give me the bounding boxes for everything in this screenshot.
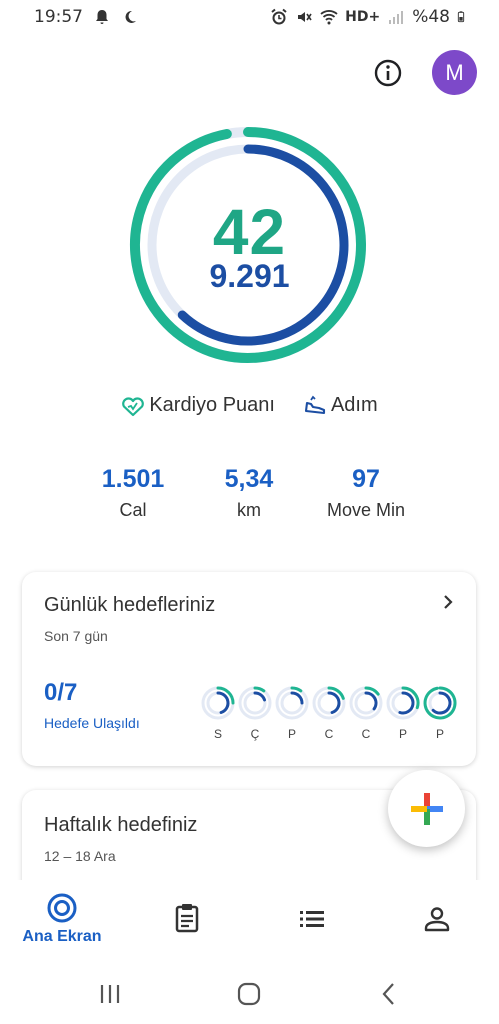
- system-navigation-bar: [0, 962, 499, 1024]
- weekday-ring-graphic: [275, 686, 309, 720]
- signal-icon: [389, 11, 404, 24]
- weekday-label: Ç: [250, 727, 260, 741]
- alarm-icon: [271, 8, 287, 25]
- legend-steps[interactable]: Adım: [303, 394, 378, 417]
- weekday-ring[interactable]: P: [422, 685, 458, 745]
- status-time: 19:57: [34, 7, 83, 27]
- weekday-ring[interactable]: P: [274, 685, 310, 745]
- steps-value: 9.291: [209, 258, 290, 294]
- stat-move-min-value: 97: [352, 465, 380, 493]
- weekday-steps-arc: [431, 691, 452, 715]
- weekday-steps-arc: [290, 691, 304, 705]
- weekday-rings: SÇPCCPP: [200, 685, 462, 745]
- plus-icon: [410, 792, 443, 825]
- recent-apps-icon[interactable]: [96, 980, 124, 1008]
- weekday-steps-arc: [398, 691, 415, 715]
- shoe-icon: [304, 395, 326, 414]
- info-icon[interactable]: [372, 57, 404, 89]
- goals-achieved-count: 0/7: [44, 679, 78, 706]
- legend-cardio[interactable]: Kardiyo Puanı: [121, 394, 275, 417]
- weekday-ring[interactable]: C: [348, 685, 384, 745]
- moon-icon: [125, 10, 136, 23]
- stat-move-min-label: Move Min: [326, 500, 406, 520]
- cardio-points-value: 42: [212, 196, 287, 268]
- weekday-ring[interactable]: C: [311, 685, 347, 745]
- nav-profile[interactable]: [392, 892, 482, 952]
- network-type: HD+: [345, 9, 381, 25]
- legend-cardio-label: Kardiyo Puanı: [149, 394, 275, 416]
- daily-goals-card[interactable]: Günlük hedefleriniz Son 7 gün 0/7 Hedefe…: [22, 572, 476, 766]
- nav-browse[interactable]: [267, 892, 357, 952]
- ring-legend: Kardiyo Puanı Adım: [0, 394, 499, 417]
- bottom-navigation: Ana Ekran: [0, 880, 499, 960]
- weekday-cardio-arc: [253, 686, 266, 693]
- home-rings-icon: [47, 893, 77, 923]
- wifi-icon: [320, 10, 338, 25]
- stats-row: 1.501 Cal 5,34 km 97 Move Min: [0, 463, 499, 523]
- weekday-ring[interactable]: S: [200, 685, 236, 745]
- weekday-ring-graphic: [386, 686, 420, 720]
- stat-move-min: 97 Move Min: [296, 463, 436, 523]
- weekday-steps-arc: [364, 691, 378, 711]
- status-bar: 19:57 HD+ %48: [0, 0, 499, 34]
- nav-journal[interactable]: [142, 892, 232, 952]
- daily-goals-subtitle: Son 7 gün: [44, 628, 108, 644]
- mute-icon: [298, 12, 312, 22]
- weekday-cardio-arc: [290, 686, 303, 693]
- nav-home-label: Ana Ekran: [22, 928, 102, 945]
- weekday-label: P: [435, 727, 444, 741]
- weekly-goal-subtitle: 12 – 18 Ara: [44, 848, 116, 864]
- weekday-label: P: [287, 727, 296, 741]
- weekday-label: P: [398, 727, 407, 741]
- weekday-ring[interactable]: P: [385, 685, 421, 745]
- battery-percent: %48: [412, 7, 450, 27]
- avatar[interactable]: M: [432, 50, 477, 95]
- legend-steps-label: Adım: [330, 394, 378, 416]
- chevron-right-icon[interactable]: [440, 592, 456, 612]
- weekday-ring-graphic: [238, 686, 272, 720]
- battery-icon: [457, 11, 465, 23]
- weekly-goal-title: Haftalık hedefiniz: [44, 814, 198, 836]
- notification-bell-icon: [96, 10, 108, 24]
- home-button-icon[interactable]: [235, 980, 263, 1008]
- weekday-label: S: [213, 727, 222, 741]
- goals-achieved-label: Hedefe Ulaşıldı: [44, 715, 140, 731]
- weekday-label: C: [361, 727, 371, 741]
- clipboard-icon: [175, 904, 199, 933]
- add-button[interactable]: [388, 770, 465, 847]
- list-icon: [300, 911, 324, 927]
- weekday-ring-graphic: [312, 686, 346, 720]
- person-icon: [424, 907, 450, 932]
- weekday-ring-graphic: [423, 686, 457, 720]
- nav-home[interactable]: Ana Ekran: [17, 892, 107, 952]
- back-icon[interactable]: [375, 980, 403, 1008]
- daily-goals-title: Günlük hedefleriniz: [44, 594, 216, 616]
- weekday-ring[interactable]: Ç: [237, 685, 273, 745]
- avatar-letter: M: [445, 59, 464, 85]
- weekday-ring-graphic: [201, 686, 235, 720]
- heart-icon: [122, 396, 145, 416]
- weekday-steps-arc: [253, 691, 267, 702]
- weekday-ring-graphic: [349, 686, 383, 720]
- weekday-label: C: [324, 727, 334, 741]
